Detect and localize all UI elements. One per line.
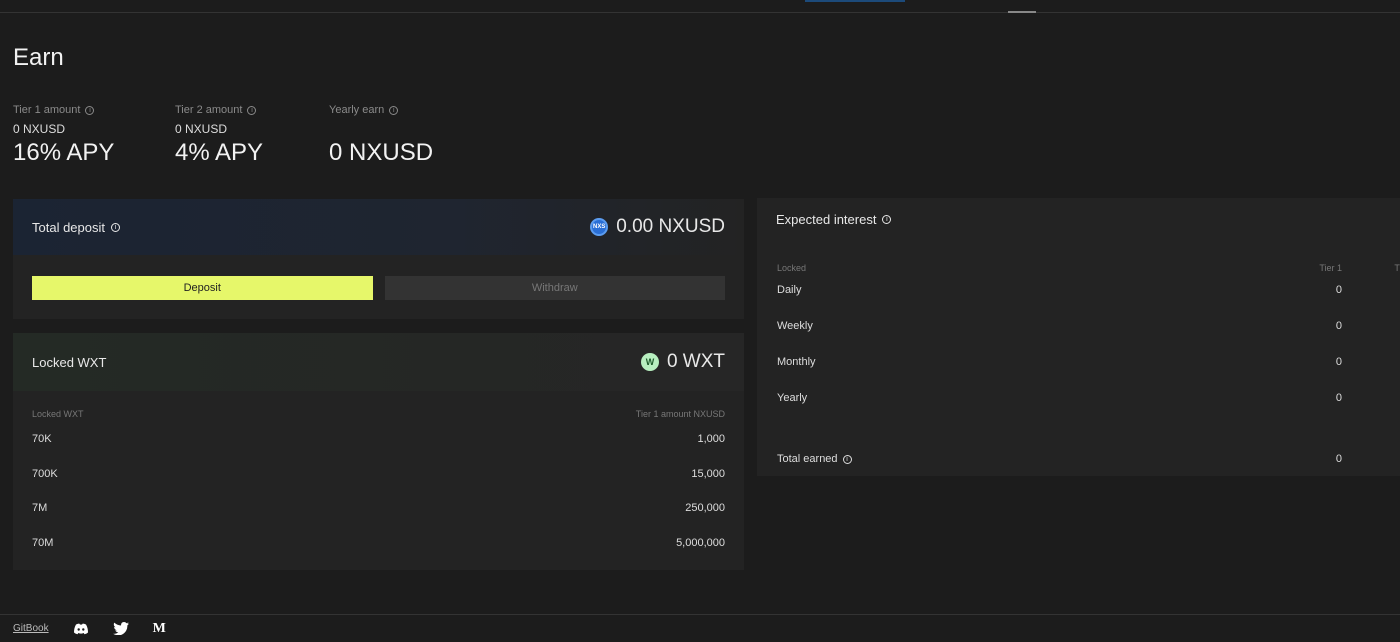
column-header: Tier 1 amount NXUSD [635,409,725,419]
table-row: 7M 250,000 [32,502,725,514]
total-earned-row: Total earnedi00 [777,453,1342,465]
info-icon[interactable]: i [882,215,892,224]
page-title: Earn [13,44,64,71]
gitbook-link[interactable]: GitBook [13,623,49,634]
footer: GitBook M [0,614,1400,642]
stat-label: Tier 1 amount [13,104,81,116]
info-icon[interactable]: i [85,105,95,115]
discord-icon[interactable] [73,623,89,635]
column-header: Tier 2 [1394,263,1400,273]
stat-value: 4% APY [175,139,264,166]
locked-amount: 0 WXT [666,351,725,372]
wxt-coin-icon: W [640,353,659,371]
table-row: Monthly00 [777,356,1342,368]
stat-value: 16% APY [13,139,115,166]
stat-yearly: Yearly earn i 0 NXUSD [329,104,433,167]
locked-tier-table: Locked WXT Tier 1 amount NXUSD 70K 1,000 7… [13,391,744,571]
deposit-title: Total deposit [32,219,105,235]
medium-icon[interactable]: M [153,621,166,637]
column-header: Locked [777,263,807,273]
stat-sub: 0 NXUSD [13,122,66,136]
column-header: Tier 1 [1319,263,1342,273]
stat-sub [329,122,433,136]
expected-interest-card: Expected interest i Locked Tier 1 Tier 2 Da… [757,198,1400,476]
stat-value: 0 NXUSD [329,139,434,166]
locked-wxt-card: Locked WXT W 0 WXT Locked WXT Tier 1 amoun… [13,333,744,570]
deposit-amount: 0.00 NXUSD [616,216,725,237]
table-row: Daily00 [777,284,1342,296]
info-icon[interactable]: i [842,454,852,464]
column-header: Locked WXT [32,409,84,419]
withdraw-button[interactable]: Withdraw [384,276,725,300]
interest-table: Locked Tier 1 Tier 2 Daily00 Weekly00 Mont… [777,262,1400,477]
stat-label: Tier 2 amount [175,104,243,116]
nav-tab-indicator [1008,11,1036,13]
info-icon[interactable]: i [247,105,257,115]
info-icon[interactable]: i [111,222,120,232]
stat-tier2: Tier 2 amount i 0 NXUSD 4% APY [175,104,263,167]
table-row: 70M 5,000,000 [32,536,725,549]
locked-title: Locked WXT [32,354,107,370]
nav-active-indicator [805,0,905,2]
table-row: Yearly00 [777,392,1342,404]
stat-label: Yearly earn [329,104,385,116]
top-nav [0,0,1400,13]
table-row: 70K 1,000 [32,433,725,445]
table-row: Weekly00 [777,320,1342,332]
table-row: 700K 15,000 [32,467,725,480]
info-icon[interactable]: i [389,105,399,115]
twitter-icon[interactable] [112,622,129,635]
total-earned-label: Total earned [777,453,838,465]
deposit-button[interactable]: Deposit [32,276,373,300]
stat-tier1: Tier 1 amount i 0 NXUSD 16% APY [13,104,114,167]
expected-title: Expected interest [776,212,877,227]
nxusd-coin-icon: NXS [590,218,609,236]
stat-sub: 0 NXUSD [175,122,228,136]
deposit-card: Total deposit i NXS 0.00 NXUSD Deposit Wit… [13,199,744,319]
